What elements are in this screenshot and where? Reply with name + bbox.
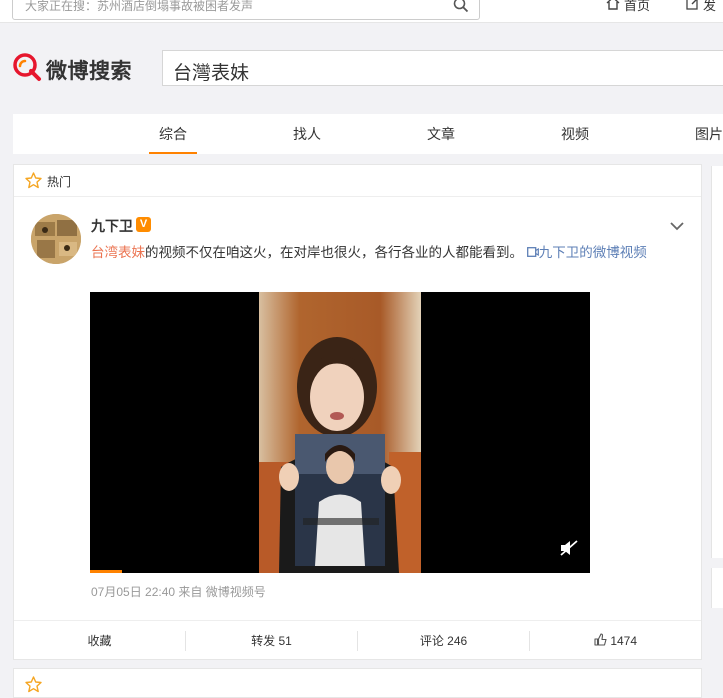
like-button[interactable]: 1474: [530, 621, 701, 661]
author-avatar[interactable]: [31, 214, 81, 264]
comment-button[interactable]: 评论 246: [358, 621, 529, 661]
video-link-label: 九下卫的微博视频: [538, 245, 647, 260]
tab-videos[interactable]: 视频: [551, 114, 599, 154]
tab-label: 图片: [695, 126, 723, 142]
post-meta: 07月05日 22:40 来自 微博视频号: [91, 585, 266, 599]
chevron-down-icon[interactable]: [670, 218, 684, 236]
tab-label: 文章: [427, 126, 455, 142]
video-link[interactable]: 九下卫的微博视频: [526, 245, 647, 260]
section-label: 热门: [47, 175, 72, 189]
card-header: 热门: [14, 165, 701, 197]
repost-label: 转发 51: [251, 634, 292, 648]
tab-images[interactable]: 图片: [685, 114, 723, 154]
home-link[interactable]: 首页: [606, 0, 650, 14]
mute-icon[interactable]: [560, 540, 578, 561]
post-actions: 收藏 转发 51 评论 246 1474: [14, 620, 701, 661]
compose-link[interactable]: 发: [686, 0, 716, 14]
favorite-label: 收藏: [87, 634, 112, 648]
home-label: 首页: [624, 0, 651, 13]
home-icon: [606, 0, 620, 13]
favorite-button[interactable]: 收藏: [14, 621, 185, 661]
compose-label: 发: [703, 0, 717, 13]
logo-text: 微博搜索: [46, 59, 132, 83]
tab-comprehensive[interactable]: 综合: [149, 114, 197, 154]
video-player[interactable]: [90, 292, 590, 573]
top-bar: 大家正在搜：苏州酒店倒塌事故被困者发声 首页 发: [0, 0, 723, 23]
video-link-icon: [526, 245, 539, 260]
highlight-keyword[interactable]: 台湾表妹: [91, 245, 145, 260]
star-icon: [25, 172, 42, 194]
post-content: 台湾表妹的视频不仅在咱这火，在对岸也很火，各行各业的人都能看到。 九下卫的微博视…: [91, 241, 647, 261]
right-sidebar-edge: [711, 166, 723, 558]
star-icon: [25, 676, 42, 698]
video-frame: [259, 292, 421, 573]
tab-label: 视频: [561, 126, 589, 142]
top-search-box[interactable]: 大家正在搜：苏州酒店倒塌事故被困者发声: [12, 0, 480, 20]
weibo-search-logo[interactable]: 微博搜索: [12, 52, 132, 87]
search-query: 台灣表妹: [173, 63, 250, 84]
thumbs-up-icon: [594, 633, 607, 648]
next-card: [13, 668, 702, 698]
logo-icon: [12, 52, 42, 87]
like-count: 1474: [610, 634, 638, 648]
tab-articles[interactable]: 文章: [417, 114, 465, 154]
repost-button[interactable]: 转发 51: [186, 621, 357, 661]
post-text: 的视频不仅在咱这火，在对岸也很火，各行各业的人都能看到。: [145, 245, 523, 260]
tab-label: 找人: [293, 126, 321, 142]
video-progress[interactable]: [90, 570, 122, 573]
tab-label: 综合: [159, 126, 187, 142]
author-name[interactable]: 九下卫: [91, 216, 133, 236]
top-search-placeholder: 大家正在搜：苏州酒店倒塌事故被困者发声: [25, 0, 254, 13]
active-tab-underline: [149, 152, 197, 154]
post-card: 热门 九下卫 V 台湾表妹的视频不仅在咱这火，在对岸也很火，各行各业的人都能看到…: [13, 164, 702, 660]
comment-label: 评论 246: [419, 634, 468, 648]
tab-users[interactable]: 找人: [283, 114, 331, 154]
right-sidebar-edge-2: [711, 568, 723, 608]
search-tabs: 综合 找人 文章 视频 图片: [13, 114, 723, 154]
main-search-input[interactable]: 台灣表妹: [162, 50, 723, 86]
verified-badge: V: [136, 217, 151, 232]
compose-icon: [686, 0, 700, 13]
search-icon[interactable]: [453, 0, 469, 18]
